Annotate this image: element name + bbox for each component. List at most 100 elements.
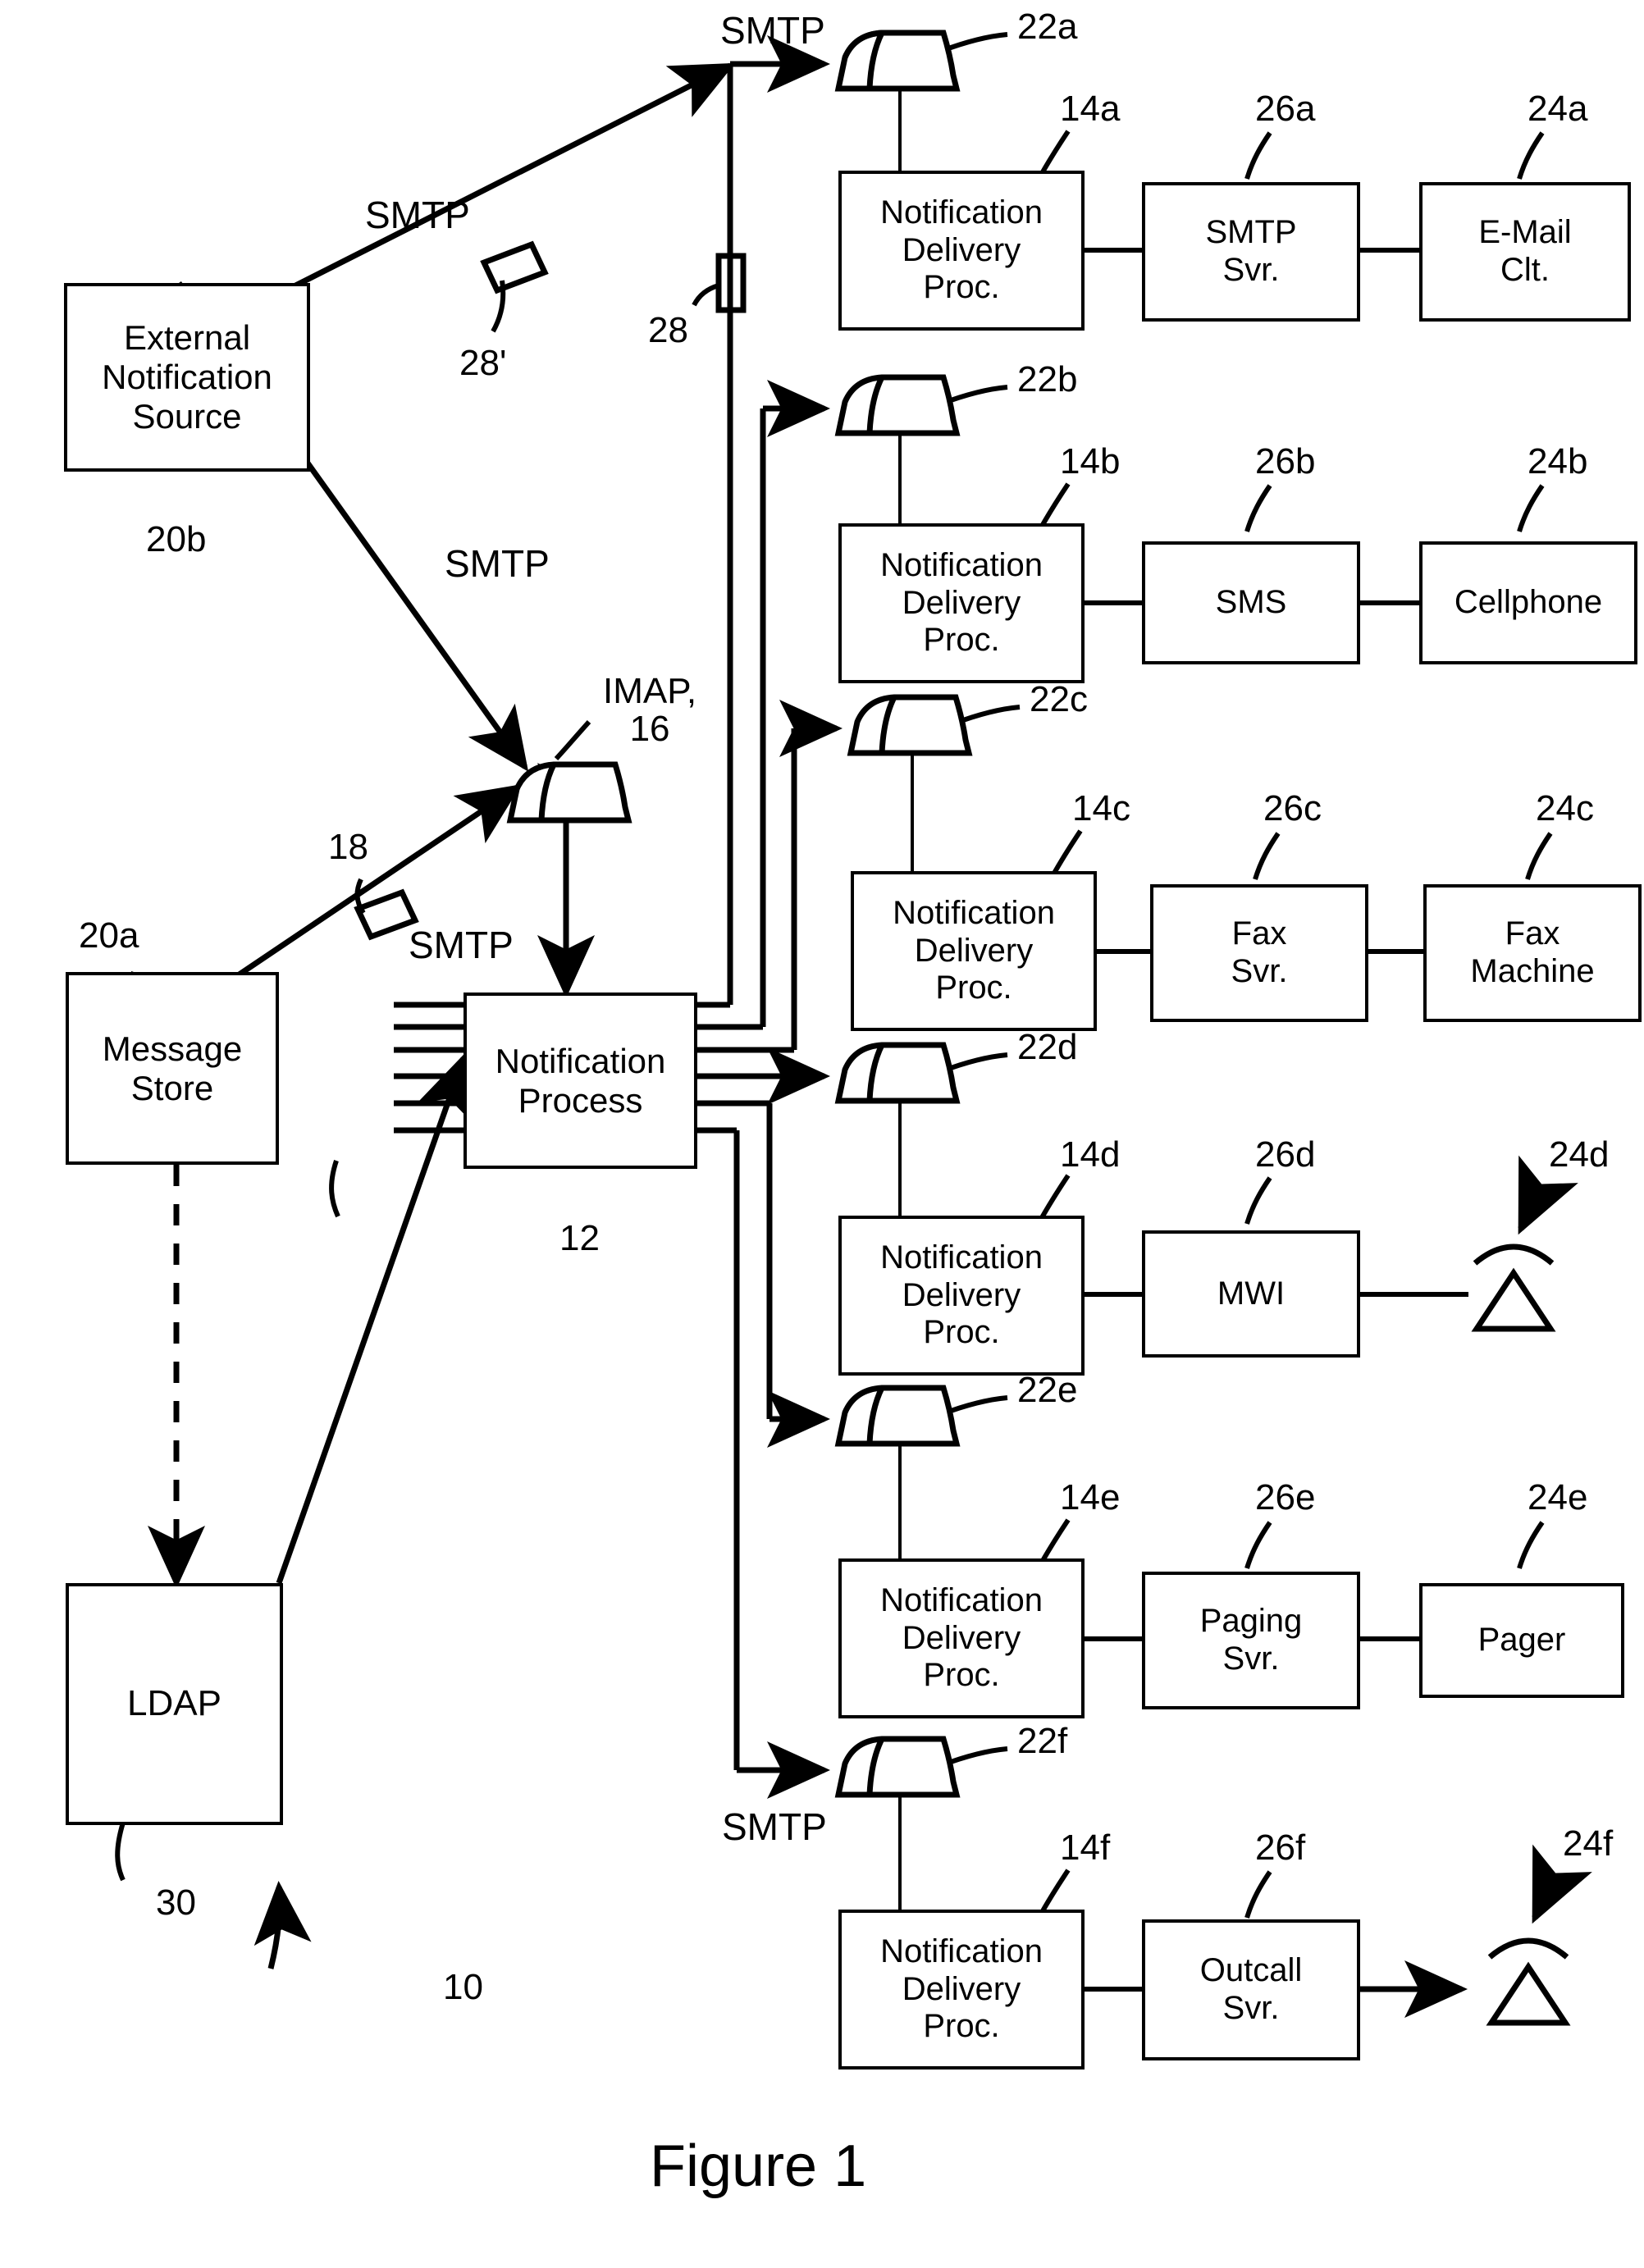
ndp-d-line-2: Delivery (902, 1276, 1021, 1313)
ref-24b: 24b (1528, 441, 1588, 481)
protocol-label-smtp-message-store: SMTP (409, 924, 514, 966)
email-clt-line-1: E-Mail (1478, 214, 1572, 251)
ref-28: 28 (648, 310, 688, 350)
ref-22d: 22d (1017, 1027, 1078, 1067)
ndp-f-line-3: Proc. (923, 2008, 1000, 2045)
notification-delivery-proc-c[interactable]: Notification Delivery Proc. (851, 871, 1097, 1031)
imap-label-line-1: IMAP, (603, 671, 697, 711)
fax-machine-box-c[interactable]: Fax Machine (1423, 884, 1642, 1022)
message-store-line-2: Store (130, 1068, 214, 1107)
ref-24e: 24e (1528, 1477, 1588, 1517)
notification-process-box[interactable]: Notification Process (464, 993, 697, 1169)
notification-delivery-proc-b[interactable]: Notification Delivery Proc. (838, 523, 1085, 683)
protocol-label-smtp-ens-upper: SMTP (365, 194, 470, 236)
ref-24a: 24a (1528, 89, 1588, 129)
ndp-c-line-3: Proc. (935, 970, 1012, 1006)
ndp-e-line-1: Notification (880, 1582, 1043, 1619)
ldap-label: LDAP (127, 1683, 221, 1724)
figure-caption: Figure 1 (650, 2133, 867, 2199)
ndp-b-line-2: Delivery (902, 584, 1021, 621)
mwi-box-d[interactable]: MWI (1142, 1230, 1360, 1358)
smtp-svr-a-line-2: Svr. (1222, 252, 1280, 288)
ndp-a-line-3: Proc. (923, 269, 1000, 306)
ndp-d-line-3: Proc. (923, 1314, 1000, 1351)
ref-12: 12 (559, 1218, 600, 1258)
notification-delivery-proc-f[interactable]: Notification Delivery Proc. (838, 1910, 1085, 2069)
fax-svr-line-1: Fax (1231, 915, 1287, 952)
notification-process-line-2: Process (518, 1080, 643, 1120)
ref-14b: 14b (1060, 441, 1121, 481)
smtp-server-box-a[interactable]: SMTP Svr. (1142, 182, 1360, 322)
ref-22c: 22c (1030, 679, 1088, 719)
outcall-svr-line-2: Svr. (1222, 1990, 1280, 2026)
ndp-c-line-1: Notification (893, 895, 1055, 932)
mwi-label: MWI (1217, 1275, 1286, 1312)
ndp-e-line-2: Delivery (902, 1619, 1021, 1656)
ndp-a-line-1: Notification (880, 194, 1043, 231)
ref-26e: 26e (1255, 1477, 1316, 1517)
ref-20b: 20b (146, 519, 207, 559)
imap-label-line-2: 16 (629, 709, 670, 750)
message-store-line-1: Message (102, 1029, 243, 1068)
ndp-a-line-2: Delivery (902, 231, 1021, 268)
ref-22a: 22a (1017, 7, 1078, 47)
ref-10-system: 10 (443, 1967, 483, 2007)
ref-22e: 22e (1017, 1370, 1078, 1410)
fax-machine-line-2: Machine (1470, 953, 1595, 989)
outcall-server-box-f[interactable]: Outcall Svr. (1142, 1919, 1360, 2060)
fax-machine-line-1: Fax (1505, 915, 1560, 952)
ref-14e: 14e (1060, 1477, 1121, 1517)
protocol-label-smtp-top: SMTP (720, 9, 825, 52)
outcall-svr-line-1: Outcall (1199, 1952, 1303, 1989)
ref-22b: 22b (1017, 359, 1078, 399)
ref-24d: 24d (1549, 1134, 1610, 1175)
paging-svr-line-2: Svr. (1222, 1641, 1280, 1677)
paging-server-box-e[interactable]: Paging Svr. (1142, 1572, 1360, 1709)
ens-line-2: Notification (102, 358, 272, 397)
ref-26f: 26f (1255, 1828, 1306, 1868)
notification-delivery-proc-d[interactable]: Notification Delivery Proc. (838, 1216, 1085, 1376)
pager-label: Pager (1477, 1622, 1566, 1659)
ndp-b-line-3: Proc. (923, 622, 1000, 659)
email-clt-line-2: Clt. (1500, 252, 1550, 288)
ens-line-3: Source (132, 396, 242, 436)
notification-delivery-proc-e[interactable]: Notification Delivery Proc. (838, 1558, 1085, 1718)
notification-delivery-proc-a[interactable]: Notification Delivery Proc. (838, 171, 1085, 331)
ref-14d: 14d (1060, 1134, 1121, 1175)
fax-server-box-c[interactable]: Fax Svr. (1150, 884, 1368, 1022)
ref-22f: 22f (1017, 1721, 1068, 1761)
email-client-box-a[interactable]: E-Mail Clt. (1419, 182, 1631, 322)
external-notification-source-box[interactable]: External Notification Source (64, 283, 310, 472)
patent-figure: External Notification Source 20b Message… (0, 0, 1644, 2268)
ref-24f: 24f (1563, 1823, 1614, 1864)
imap-queue-label: IMAP, 16 (603, 671, 697, 750)
sms-label: SMS (1215, 584, 1287, 621)
notification-process-line-1: Notification (495, 1041, 666, 1080)
smtp-svr-a-line-1: SMTP (1205, 214, 1297, 251)
ndp-c-line-2: Delivery (914, 932, 1034, 969)
protocol-label-smtp-ens-lower: SMTP (445, 542, 550, 585)
cellphone-label: Cellphone (1454, 584, 1603, 621)
ref-20a: 20a (79, 915, 139, 956)
protocol-label-smtp-bottom: SMTP (722, 1805, 827, 1848)
ref-18: 18 (328, 827, 368, 867)
ndp-e-line-3: Proc. (923, 1657, 1000, 1694)
ndp-f-line-1: Notification (880, 1933, 1043, 1970)
fax-svr-line-2: Svr. (1231, 953, 1288, 989)
ref-26a: 26a (1255, 89, 1316, 129)
ref-14c: 14c (1072, 788, 1130, 828)
ens-line-1: External (123, 318, 251, 358)
ref-28-prime: 28' (459, 343, 507, 383)
pager-box-e[interactable]: Pager (1419, 1583, 1624, 1698)
ref-26c: 26c (1263, 788, 1322, 828)
message-store-box[interactable]: Message Store (66, 972, 279, 1165)
paging-svr-line-1: Paging (1199, 1603, 1303, 1640)
ndp-f-line-2: Delivery (902, 1970, 1021, 2007)
ref-26d: 26d (1255, 1134, 1316, 1175)
ref-30: 30 (156, 1882, 196, 1923)
ldap-box[interactable]: LDAP (66, 1583, 283, 1825)
cellphone-box-b[interactable]: Cellphone (1419, 541, 1637, 664)
ndp-d-line-1: Notification (880, 1239, 1043, 1276)
ref-24c: 24c (1536, 788, 1594, 828)
sms-box-b[interactable]: SMS (1142, 541, 1360, 664)
